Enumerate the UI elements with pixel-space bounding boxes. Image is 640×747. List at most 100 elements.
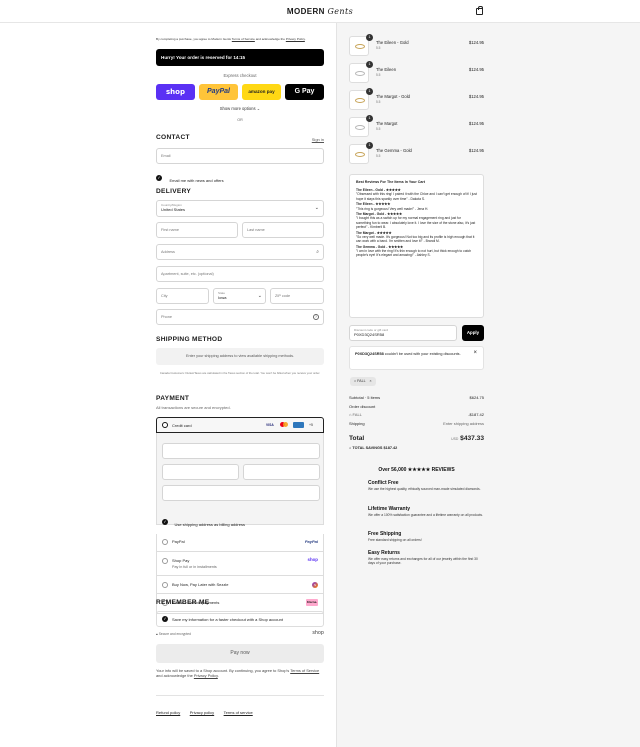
sezzle-logo: S [312, 582, 318, 588]
subtotal-label: Subtotal · 5 items [349, 395, 381, 400]
card-details-panel: ✓ Use shipping address as billing addres… [156, 433, 324, 527]
item-name: The Margot [376, 121, 398, 126]
sezzle-option[interactable]: Buy Now, Pay Later with Sezzle S [157, 577, 323, 594]
feature-title: Conflict Free [368, 480, 399, 486]
apartment-field[interactable]: Apartment, suite, etc. (optional) [156, 266, 324, 282]
footer-links: Refund policy Privacy policy Terms of se… [156, 701, 253, 719]
product-thumbnail: 1 [349, 61, 373, 83]
subtotal-value: $624.75 [469, 395, 484, 400]
shop-pay-label: shop [166, 88, 185, 96]
tag-icon: ⌂ [354, 379, 357, 383]
close-icon[interactable]: × [473, 350, 477, 356]
terms-suffix: . [304, 37, 306, 41]
klarna-logo: Klarna. [306, 599, 318, 606]
name-on-card-field[interactable] [162, 485, 320, 501]
radio-icon[interactable] [162, 539, 168, 545]
phone-field[interactable]: Phone ? [156, 309, 324, 325]
address-field[interactable]: Address ⌕ [156, 244, 324, 260]
privacy-policy-link[interactable]: Privacy policy [190, 710, 214, 715]
checkbox-checked-icon[interactable]: ✓ [156, 174, 162, 181]
item-price: $124.95 [468, 67, 484, 72]
paypal-option[interactable]: PayPal PayPal [157, 534, 323, 552]
google-pay-button[interactable]: G Pay [285, 84, 324, 100]
amazon-pay-button[interactable]: amazon pay [242, 84, 281, 100]
terms-link[interactable]: Terms of Service [232, 37, 255, 41]
feature-desc: Free standard shipping on all orders! [368, 538, 422, 542]
shop-pay-option-sub: Pay in full or in installments [172, 565, 217, 569]
privacy-link[interactable]: Privacy Policy [286, 37, 305, 41]
apply-button[interactable]: Apply [462, 325, 484, 341]
save-info-row[interactable]: ✓ Save my information for a faster check… [156, 611, 324, 627]
expiry-field[interactable] [162, 464, 239, 480]
shipping-note: Canada Customers: Duties/Taxes are calcu… [159, 371, 321, 375]
shop-terms-link[interactable]: Terms of Service [290, 668, 319, 673]
ring-icon [355, 98, 365, 103]
radio-icon[interactable] [162, 582, 168, 588]
secure-note: 🔒︎ Secure and encrypted [156, 632, 191, 636]
paypal-label: PayPal [207, 88, 230, 95]
sign-in-link[interactable]: Sign in [312, 137, 324, 142]
city-field[interactable]: City [156, 288, 209, 304]
checkbox-checked-icon[interactable]: ✓ [162, 518, 168, 525]
reviews-count-heading: Over 56,000 ★★★★★ REVIEWS [378, 467, 455, 473]
chevron-down-icon: ⌄ [256, 106, 261, 111]
discount-code-field[interactable]: Discount code or gift card P0XD3Q24SR58 [349, 325, 457, 341]
first-name-field[interactable]: First name [156, 222, 238, 238]
discount-tag: FALL [352, 412, 362, 417]
refund-policy-link[interactable]: Refund policy [156, 710, 180, 715]
order-discount-row: Order discount [349, 404, 484, 409]
shop-pay-option[interactable]: Shop Pay Pay in full or in installments … [157, 552, 323, 576]
discount-error: P0XD3Q24SR58 couldn't be used with your … [349, 346, 484, 370]
credit-card-label: Credit card [172, 423, 192, 428]
footer-note: Your info will be saved to a Shop accoun… [156, 668, 324, 679]
product-thumbnail: 1 [349, 34, 373, 56]
shop-pay-logo: shop [307, 557, 319, 562]
quantity-badge: 1 [366, 115, 373, 122]
item-price: $124.95 [468, 94, 484, 99]
shop-privacy-link[interactable]: Privacy Policy [194, 673, 218, 678]
feature-desc: We offer easy returns and exchanges for … [368, 557, 478, 566]
quantity-badge: 1 [366, 142, 373, 149]
help-icon[interactable]: ? [313, 314, 319, 320]
item-name: The Margot - Gold [376, 94, 410, 99]
radio-icon[interactable] [162, 558, 168, 564]
site-header: MODERN Gents [0, 0, 640, 23]
first-name-placeholder: First name [161, 228, 179, 232]
radio-selected-icon[interactable] [162, 422, 168, 428]
show-more-options[interactable]: Show more options ⌄ [156, 106, 324, 111]
country-value: United States [161, 207, 186, 212]
city-placeholder: City [161, 294, 168, 298]
state-value: Iowa [218, 295, 227, 300]
cart-reviews-box: Best Reviews For The Items In Your Cart … [349, 174, 484, 318]
zip-field[interactable]: ZIP code [270, 288, 324, 304]
secure-label: Secure and encrypted [158, 632, 191, 636]
contact-title: CONTACT [156, 134, 190, 141]
tag-icon: ⌂ [349, 446, 352, 450]
shipping-value: Enter shipping address [443, 421, 484, 426]
brand-logo[interactable]: MODERN Gents [0, 7, 640, 16]
total-label: Total [349, 435, 365, 442]
terms-of-service-link[interactable]: Terms of service [224, 710, 253, 715]
terms-notice: By completing a purchase, you agree to M… [156, 37, 324, 41]
billing-checkbox-row[interactable]: ✓ Use shipping address as billing addres… [162, 513, 245, 531]
pay-now-button[interactable]: Pay now [156, 644, 324, 663]
news-checkbox-row[interactable]: ✓ Email me with news and offers [156, 169, 224, 187]
shopping-bag-icon[interactable] [476, 6, 483, 15]
currency-code: USD [451, 437, 459, 441]
credit-card-option[interactable]: Credit card VISA +5 [156, 417, 324, 433]
country-select[interactable]: Country/Region United States ⌄ [156, 200, 324, 217]
item-name: The Gemma - Gold [376, 148, 412, 153]
security-code-field[interactable] [243, 464, 320, 480]
lock-icon: 🔒︎ [156, 632, 158, 636]
checkbox-checked-icon[interactable]: ✓ [162, 616, 168, 622]
shop-pay-button[interactable]: shop [156, 84, 195, 100]
email-field[interactable]: Email [156, 148, 324, 164]
product-thumbnail: 1 [349, 115, 373, 137]
state-select[interactable]: State Iowa ⌄ [213, 288, 266, 304]
remove-tag-icon[interactable]: × [369, 379, 371, 383]
last-name-field[interactable]: Last name [242, 222, 324, 238]
feature-title: Lifetime Warranty [368, 506, 411, 512]
paypal-button[interactable]: PayPal [199, 84, 238, 100]
card-number-field[interactable] [162, 443, 320, 459]
order-discount-label: Order discount [349, 404, 376, 409]
